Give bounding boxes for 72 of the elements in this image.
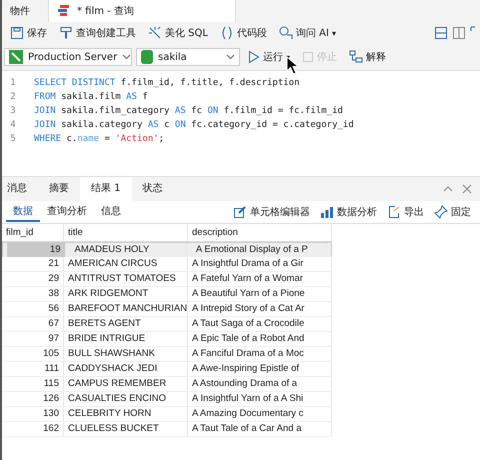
table-cell: CAMPUS REMEMBER — [64, 377, 188, 391]
view-tab[interactable]: 查询分析 — [40, 202, 94, 222]
table-cell: 115 — [2, 377, 64, 391]
table-cell: 19 — [7, 242, 66, 256]
table-cell: A Astounding Drama of a — [188, 377, 332, 391]
result-tab[interactable]: 状态 — [132, 177, 174, 201]
table-cell: CASUALTIES ENCINO — [64, 392, 188, 406]
table-cell: A Epic Tale of a Robot And — [188, 332, 332, 346]
table-cell: CELEBRITY HORN — [64, 407, 188, 421]
column-header[interactable]: title — [64, 224, 188, 241]
column-header[interactable]: description — [188, 224, 332, 241]
line-number: 3 — [9, 106, 17, 116]
toolbar-button[interactable]: 查询创建工具 — [55, 26, 140, 40]
table-cell: 126 — [2, 392, 64, 406]
view-tab[interactable]: 数据 — [6, 202, 40, 222]
table-cell: 162 — [2, 422, 64, 436]
table-cell: ARK RIDGEMONT — [64, 287, 188, 301]
table-cell: ANTITRUST TOMATOES — [64, 272, 188, 286]
table-cell: 111 — [2, 362, 64, 376]
code-line: JOIN sakila.category AS c ON fc.category_id = c.category_id — [34, 120, 354, 130]
toolbar-button[interactable]: 固定 — [429, 205, 476, 219]
table-cell: 97 — [2, 332, 64, 346]
line-number: 5 — [9, 134, 17, 144]
code-line: JOIN sakila.film_category AS fc ON f.film_id = fc.film_id — [34, 106, 343, 116]
table-cell: CLUELESS BUCKET — [64, 422, 188, 436]
table-cell: A Intrepid Story of a Cat Ar — [188, 302, 332, 316]
table-cell: 21 — [2, 257, 64, 271]
table-cell: A Fanciful Drama of a Moc — [188, 347, 332, 361]
toolbar-button[interactable]: 询问 AI ▾ — [274, 26, 340, 40]
toolbar-button[interactable]: 保存 — [6, 26, 51, 40]
line-number: 2 — [9, 92, 17, 102]
table-cell: A Insightful Yarn of a A Shi — [188, 392, 332, 406]
document-tab[interactable]: * film - 查询 — [49, 0, 236, 22]
table-cell: A Insightful Drama of a Gir — [188, 257, 332, 271]
table-cell: AMERICAN CIRCUS — [64, 257, 188, 271]
table-cell: 105 — [2, 347, 64, 361]
table-cell: A Beautiful Yarn of a Pione — [188, 287, 332, 301]
table-cell: 56 — [2, 302, 64, 316]
table-cell: A Emotional Display of a P — [192, 242, 327, 256]
table-cell: AMADEUS HOLY — [70, 242, 187, 256]
toolbar-button[interactable]: 美化 SQL — [144, 26, 212, 40]
table-cell: 38 — [2, 287, 64, 301]
column-header[interactable]: film_id — [2, 224, 64, 241]
line-number: 1 — [9, 78, 17, 88]
table-cell: 29 — [2, 272, 64, 286]
code-line: FROM sakila.film AS f — [34, 92, 148, 102]
toolbar-button[interactable]: 数据分析 — [315, 205, 382, 219]
result-tab[interactable]: 摘要 — [38, 177, 80, 201]
toolbar-button[interactable]: 导出 — [382, 205, 429, 219]
action-button[interactable]: 解释 — [345, 50, 390, 64]
result-tab[interactable]: 消息 — [2, 177, 38, 201]
table-cell: BAREFOOT MANCHURIAN — [64, 302, 188, 316]
table-cell: 130 — [2, 407, 64, 421]
table-cell: A Taut Tale of a Car And a — [188, 422, 332, 436]
server-select[interactable]: Production Server — [4, 48, 132, 66]
code-line: SELECT DISTINCT f.film_id, f.title, f.description — [34, 78, 300, 88]
code-line: WHERE c.name = 'Action'; — [34, 134, 164, 144]
line-number: 4 — [9, 120, 17, 130]
table-cell: 67 — [2, 317, 64, 331]
toolbar-button[interactable]: 单元格编辑器 — [228, 205, 315, 219]
table-cell: A Fateful Yarn of a Womar — [188, 272, 332, 286]
view-tab[interactable]: 信息 — [94, 202, 128, 222]
table-cell: BULL SHAWSHANK — [64, 347, 188, 361]
table-cell: BERETS AGENT — [64, 317, 188, 331]
table-cell: A Awe-Inspiring Epistle of — [188, 362, 332, 376]
result-tab[interactable]: 结果 1 — [80, 177, 132, 201]
table-cell: A Amazing Documentary c — [188, 407, 332, 421]
database-select[interactable]: sakila — [136, 48, 240, 66]
table-cell: A Taut Saga of a Crocodile — [188, 317, 332, 331]
table-cell: CADDYSHACK JEDI — [64, 362, 188, 376]
table-cell: BRIDE INTRIGUE — [64, 332, 188, 346]
toolbar-button[interactable]: 代码段 — [216, 26, 271, 40]
